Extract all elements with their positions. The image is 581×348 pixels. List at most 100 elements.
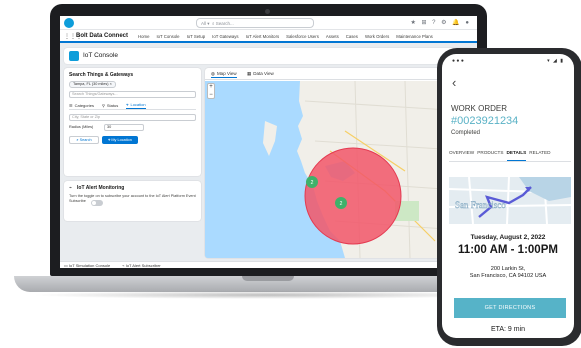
search-tabs: ☰ Categories ⚲ Status ⌖ Location: [69, 101, 196, 110]
work-order-status: Completed: [451, 130, 481, 136]
crosshair-icon: ⌖: [108, 138, 111, 142]
bell-icon: ⌁: [69, 185, 73, 191]
radius-label: Radius (Miles): [69, 125, 94, 129]
work-order-number: #0023921234: [451, 115, 519, 127]
app-nav-bar: ⋮⋮⋮ Bolt Data Connect Home IoT Console IoT…: [60, 30, 477, 43]
pill-label: Tampa, FL (30 miles): [73, 82, 109, 86]
search-button-label: Search: [79, 138, 92, 142]
tab-data-view-label: Data View: [253, 71, 274, 76]
laptop-notch: [242, 276, 294, 281]
route-map-svg: San Francisco: [449, 177, 571, 224]
appointment-date: Tuesday, August 2, 2022: [470, 234, 546, 241]
alert-description: Turn the toggle on to subscribe your acc…: [69, 194, 197, 204]
signal-battery-icon: ▾ ◢ ▮: [547, 58, 564, 64]
my-location-label: My Location: [111, 138, 132, 142]
utility-items: ▭ IoT Simulation Console ⌁ IoT Alert Subs…: [64, 263, 161, 268]
zoom-out-icon[interactable]: −: [208, 92, 214, 100]
globe-icon: ◍: [211, 71, 215, 76]
tab-categories[interactable]: ☰ Categories: [69, 101, 94, 109]
alert-subscribe-toggle[interactable]: [91, 200, 103, 206]
nav-item-6[interactable]: Assets: [326, 34, 339, 39]
page-header: IoT Console: [64, 48, 473, 64]
route-map[interactable]: San Francisco: [449, 177, 571, 224]
map-svg: 2 2: [205, 81, 473, 258]
nav-item-8[interactable]: Work Orders: [365, 34, 389, 39]
search-icon: ⌕: [76, 138, 79, 142]
nav-item-9[interactable]: Maintenance Plans: [396, 34, 433, 39]
zoom-control[interactable]: + −: [207, 83, 215, 99]
nav-item-1[interactable]: IoT Console: [156, 34, 179, 39]
search-placeholder: Search...: [215, 21, 234, 26]
my-location-button[interactable]: ⌖ My Location: [102, 136, 138, 144]
tab-status[interactable]: ⚲ Status: [102, 101, 118, 109]
phone: ● ● ● ▾ ◢ ▮ ‹ WORK ORDER #0023921234 Com…: [437, 48, 581, 346]
location-pin-icon: ⌖: [126, 102, 129, 107]
cloud-logo-icon: [64, 18, 74, 28]
utility-item-label: IoT Simulation Console: [68, 263, 111, 268]
tab-map-view[interactable]: ◍ Map View: [211, 71, 237, 78]
map-area[interactable]: 2 2 + −: [205, 81, 473, 258]
alert-card-title: IoT Alert Monitoring: [77, 185, 125, 191]
header-icons[interactable]: ★ ⊞ ? ⚙ 🔔 ●: [410, 19, 471, 26]
search-card: Search Things & Gateways Tampa, FL (30 m…: [64, 68, 201, 176]
tab-label: Categories: [74, 102, 94, 108]
global-search-input[interactable]: All ▾ ⌕ Search...: [196, 18, 314, 28]
tab-data-view[interactable]: ▦ Data View: [247, 71, 274, 77]
close-icon[interactable]: ×: [110, 82, 112, 86]
eta-text: ETA: 9 min: [490, 326, 526, 333]
tab-related[interactable]: RELATED: [529, 150, 550, 161]
nav-item-4[interactable]: IoT Alert Monitors: [246, 34, 280, 39]
tab-overview[interactable]: OVERVIEW: [449, 150, 474, 161]
marketing-scene: All ▾ ⌕ Search... ★ ⊞ ? ⚙ 🔔 ● ⋮⋮⋮ Bolt D…: [0, 0, 581, 348]
address-line-2: San Francisco, CA 94102 USA: [469, 273, 547, 279]
nav-item-3[interactable]: IoT Gateways: [212, 34, 238, 39]
tab-details[interactable]: DETAILS: [506, 150, 527, 161]
search-scope[interactable]: All: [201, 21, 206, 26]
address-line-1: 200 Larkin St,: [490, 266, 526, 272]
map-city-label: San Francisco: [455, 200, 506, 210]
page-title: IoT Console: [83, 52, 118, 59]
tab-location[interactable]: ⌖ Location: [126, 101, 146, 109]
map-view-tabs: ◍ Map View ▦ Data View: [205, 68, 473, 80]
utility-item-0[interactable]: ▭ IoT Simulation Console: [64, 263, 110, 268]
tab-map-view-label: Map View: [216, 71, 237, 76]
subscribe-label: Subscribe: [69, 199, 86, 203]
marker-count: 2: [311, 180, 314, 186]
grid-icon: ▦: [247, 71, 252, 76]
iot-console-icon: [69, 51, 79, 61]
tab-label: Status: [106, 102, 119, 108]
laptop: All ▾ ⌕ Search... ★ ⊞ ? ⚙ 🔔 ● ⋮⋮⋮ Bolt D…: [50, 4, 487, 276]
tab-label: Location: [130, 102, 146, 107]
search-button[interactable]: ⌕ Search: [69, 136, 99, 144]
utility-item-label: IoT Alert Subscriber: [125, 263, 161, 268]
tab-products[interactable]: PRODUCTS: [477, 150, 503, 161]
utility-item-1[interactable]: ⌁ IoT Alert Subscriber: [122, 263, 161, 268]
location-pill[interactable]: Tampa, FL (30 miles) ×: [69, 81, 116, 88]
status-bar: ● ● ● ▾ ◢ ▮: [442, 54, 574, 66]
app-name: Bolt Data Connect: [76, 33, 129, 39]
nav-item-5[interactable]: Salesforce Users: [286, 34, 319, 39]
alert-card: ⌁ IoT Alert Monitoring Turn the toggle o…: [64, 181, 201, 221]
alert-description-text: Turn the toggle on to subscribe your acc…: [69, 194, 196, 198]
radius-input[interactable]: 30: [104, 124, 144, 131]
zoom-in-icon[interactable]: +: [208, 84, 214, 92]
utility-bar: ▭ IoT Simulation Console ⌁ IoT Alert Subs…: [60, 261, 477, 268]
alert-radius-circle[interactable]: [304, 147, 402, 245]
global-header: All ▾ ⌕ Search... ★ ⊞ ? ⚙ 🔔 ●: [60, 16, 477, 30]
filter-icon: ⚲: [101, 102, 105, 108]
marker-count: 2: [340, 201, 343, 207]
work-order-label: WORK ORDER: [451, 104, 507, 113]
appointment-time: 11:00 AM - 1:00PM: [458, 244, 558, 256]
location-input[interactable]: City, State or Zip: [69, 114, 196, 121]
nav-item-0[interactable]: Home: [138, 34, 149, 39]
work-order-tabs: OVERVIEW PRODUCTS DETAILS RELATED: [449, 150, 571, 162]
search-card-title: Search Things & Gateways: [69, 72, 134, 78]
list-icon: ☰: [69, 102, 73, 108]
get-directions-button[interactable]: GET DIRECTIONS: [454, 298, 566, 318]
nav-item-7[interactable]: Cases: [346, 34, 358, 39]
phone-screen: ● ● ● ▾ ◢ ▮ ‹ WORK ORDER #0023921234 Com…: [442, 54, 574, 338]
things-search-input[interactable]: Search Things/Gateways...: [69, 91, 196, 98]
laptop-shadow: [30, 291, 506, 299]
back-chevron-icon[interactable]: ‹: [452, 76, 456, 89]
nav-item-2[interactable]: IoT Setup: [187, 34, 206, 39]
